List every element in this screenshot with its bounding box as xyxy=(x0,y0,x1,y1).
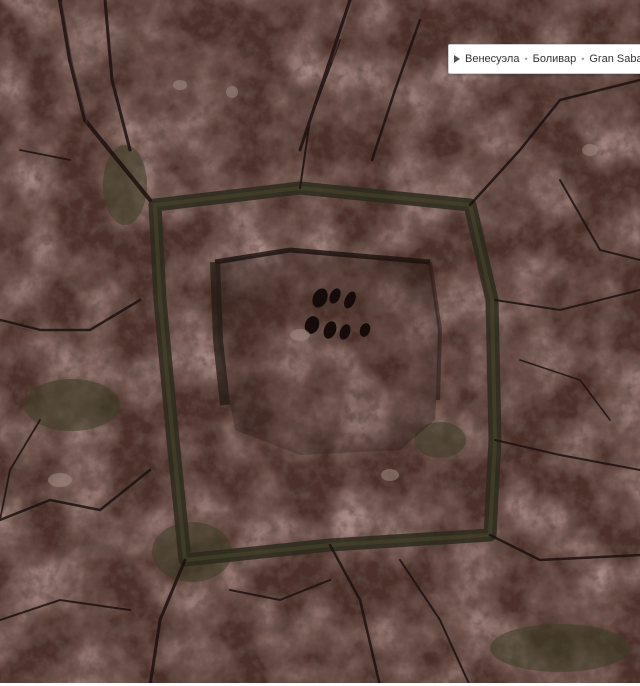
breadcrumb-separator: • xyxy=(581,54,585,64)
location-breadcrumb: Венесуэла • Боливар • Gran Saban xyxy=(448,44,640,74)
breadcrumb-separator: • xyxy=(524,54,528,64)
breadcrumb-item-region[interactable]: Gran Saban xyxy=(589,53,640,65)
breadcrumb-item-state[interactable]: Боливар xyxy=(533,53,577,65)
breadcrumb-item-country[interactable]: Венесуэла xyxy=(465,53,519,65)
satellite-map[interactable]: Венесуэла • Боливар • Gran Saban xyxy=(0,0,640,686)
breadcrumb-expand-button[interactable] xyxy=(449,45,465,73)
triangle-right-icon xyxy=(454,55,460,63)
satellite-imagery xyxy=(0,0,640,686)
